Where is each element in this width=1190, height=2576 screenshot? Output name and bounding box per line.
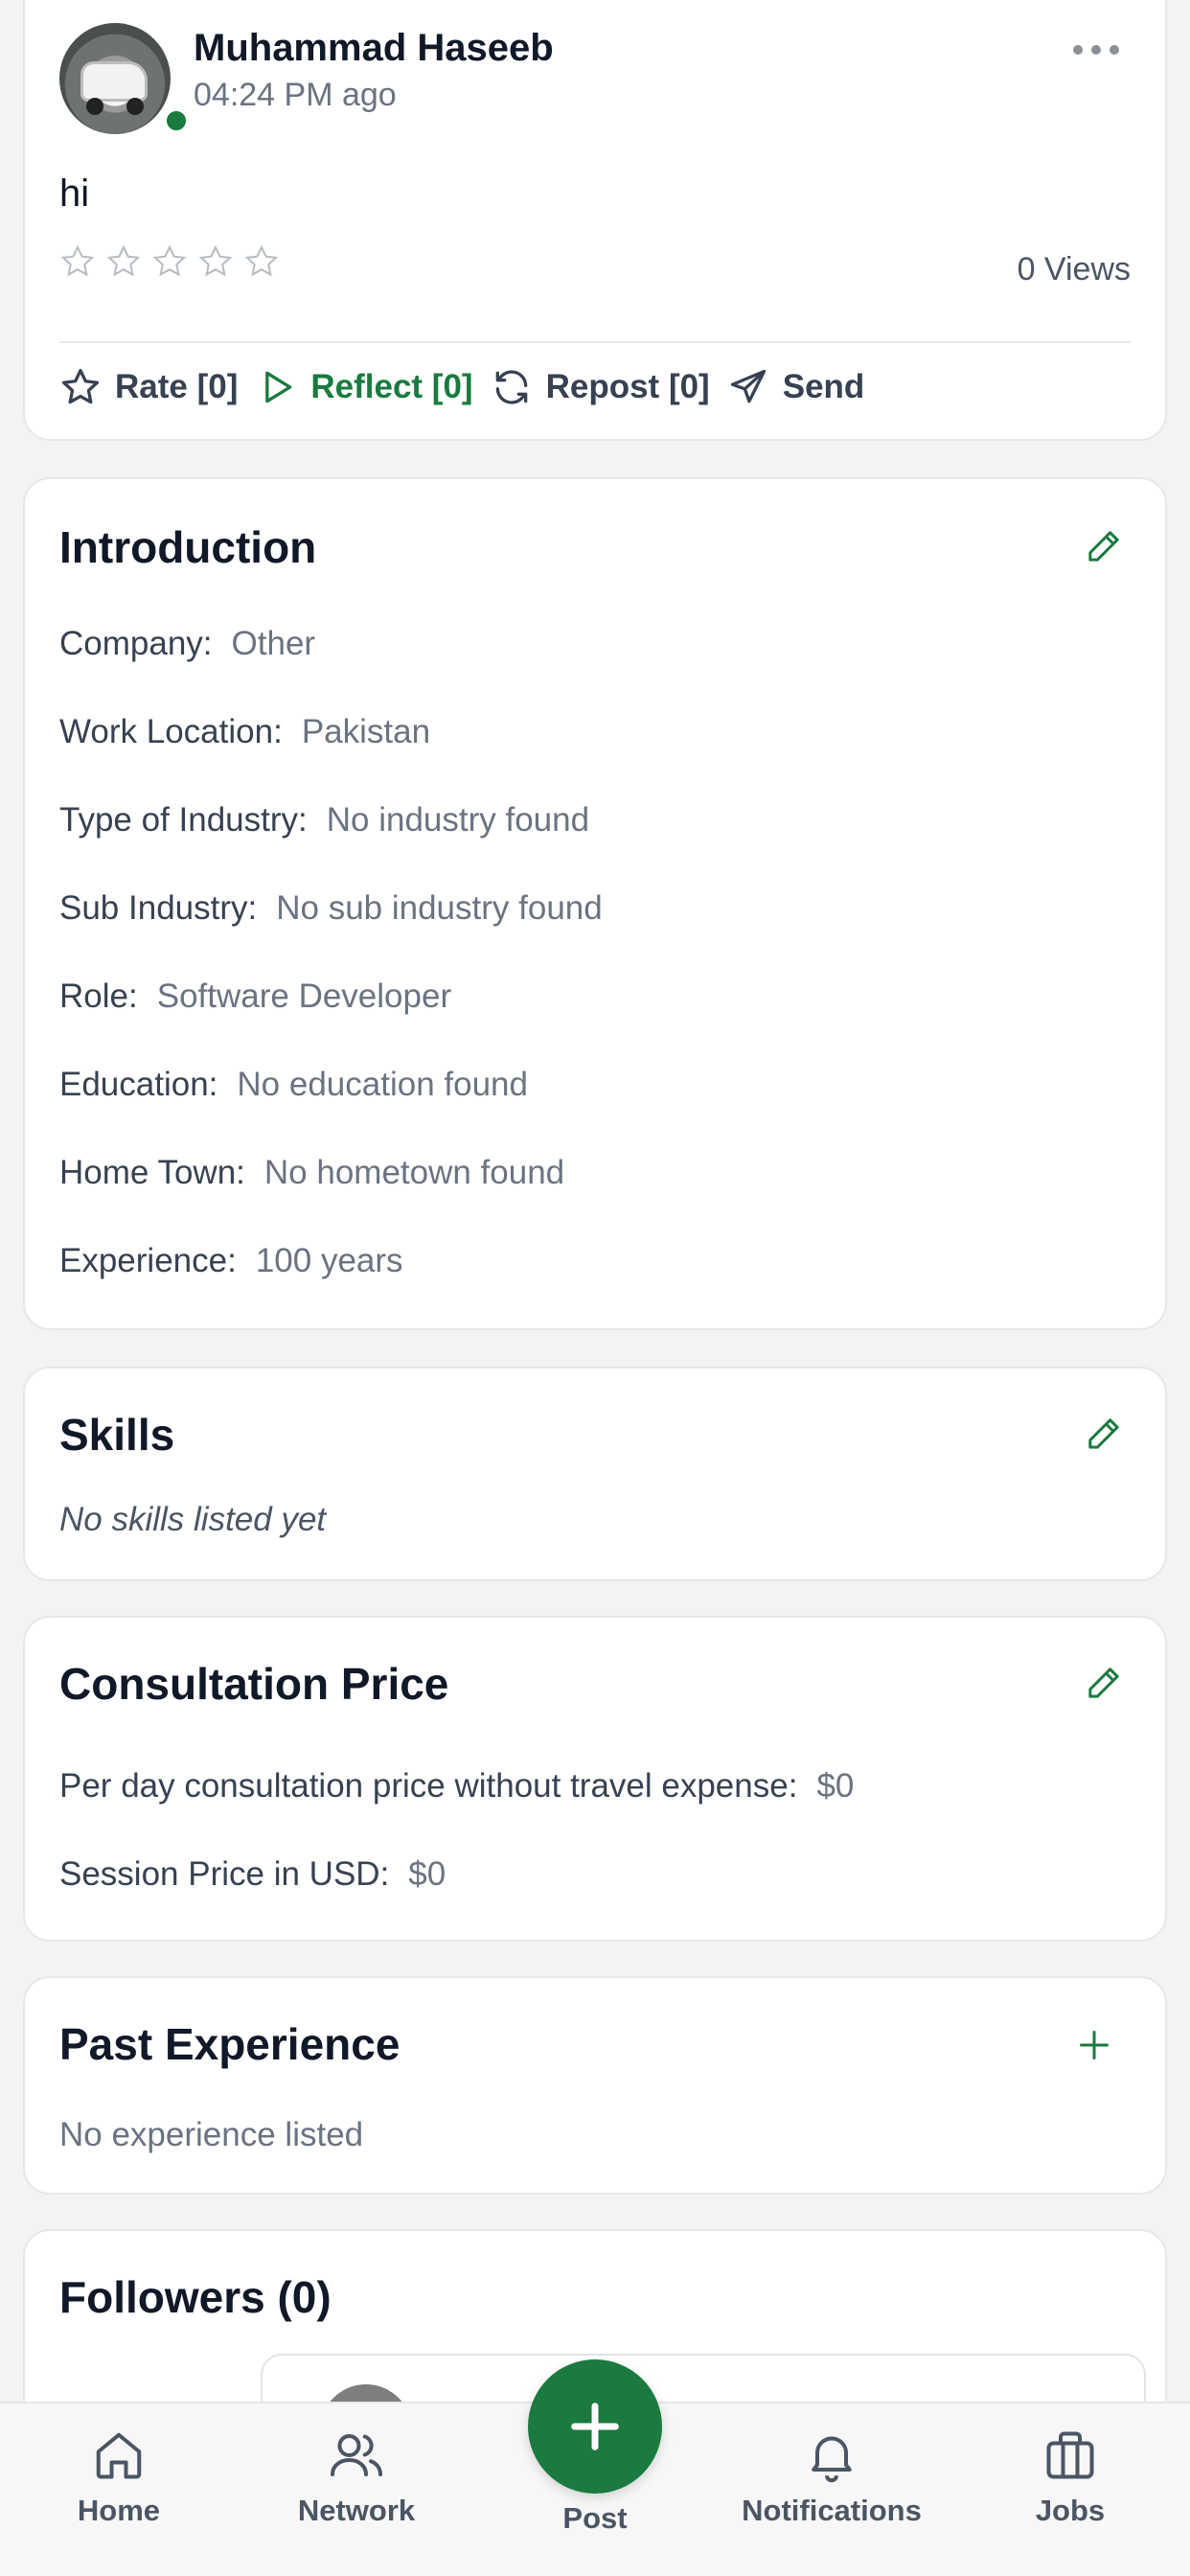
briefcase-icon (1046, 2431, 1094, 2479)
nav-notifications-label: Notifications (742, 2494, 922, 2527)
nav-jobs[interactable]: Jobs (965, 2426, 1176, 2528)
author-name[interactable]: Muhammad Haseeb (194, 27, 554, 70)
plus-icon (571, 2403, 619, 2450)
repost-icon (495, 370, 527, 404)
post-card: Muhammad Haseeb 04:24 PM ago hi 0 Views … (23, 0, 1167, 441)
repost-label: Repost [0] (545, 368, 710, 405)
more-options-icon[interactable] (1073, 40, 1119, 59)
star-icon[interactable] (151, 243, 188, 280)
consultation-row-session: Session Price in USD: $0 (59, 1855, 446, 1893)
introduction-card: Introduction Company: Other Work Location… (23, 477, 1167, 1330)
followers-title: Followers (0) (59, 2272, 332, 2322)
intro-row-industry: Type of Industry: No industry found (59, 801, 590, 839)
star-icon[interactable] (243, 243, 280, 280)
skills-card: Skills No skills listed yet (23, 1367, 1167, 1581)
nav-network-label: Network (297, 2494, 416, 2527)
star-icon[interactable] (105, 243, 142, 280)
users-icon (331, 2434, 382, 2476)
pencil-icon[interactable] (1085, 1664, 1123, 1702)
intro-row-sub-industry: Sub Industry: No sub industry found (59, 889, 603, 927)
star-icon[interactable] (197, 243, 234, 280)
send-label: Send (782, 368, 865, 405)
send-icon (730, 369, 766, 403)
intro-row-work-location: Work Location: Pakistan (59, 713, 431, 750)
skills-title: Skills (59, 1410, 175, 1460)
intro-row-company: Company: Other (59, 625, 316, 662)
pencil-icon[interactable] (1085, 527, 1123, 565)
bell-icon (812, 2436, 852, 2483)
rate-label: Rate [0] (115, 368, 239, 405)
views-count: 0 Views (1017, 251, 1131, 288)
author-avatar[interactable] (59, 23, 171, 134)
reflect-button[interactable]: Reflect [0] (255, 366, 473, 408)
consultation-title: Consultation Price (59, 1659, 449, 1709)
send-button[interactable]: Send (727, 366, 865, 408)
online-status-dot (163, 107, 190, 134)
introduction-title: Introduction (59, 522, 317, 572)
consultation-row-per-day: Per day consultation price without trave… (59, 1767, 855, 1805)
nav-home[interactable]: Home (13, 2426, 224, 2528)
post-text: hi (59, 172, 90, 215)
star-icon[interactable] (59, 243, 96, 280)
nav-network[interactable]: Network (251, 2426, 462, 2528)
divider (59, 341, 1131, 343)
rate-button[interactable]: Rate [0] (59, 366, 238, 408)
nav-post-label: Post (562, 2501, 628, 2535)
home-icon (96, 2432, 142, 2479)
intro-row-home-town: Home Town: No hometown found (59, 1154, 565, 1191)
intro-row-experience: Experience: 100 years (59, 1242, 403, 1279)
play-icon (265, 371, 292, 403)
create-post-button[interactable] (528, 2359, 662, 2494)
skills-empty-text: No skills listed yet (59, 1501, 327, 1538)
past-experience-empty-text: No experience listed (59, 2116, 364, 2153)
post-actions: Rate [0] Reflect [0] Repost [0] Send (59, 360, 881, 414)
add-icon[interactable] (1077, 2028, 1111, 2062)
past-experience-card: Past Experience No experience listed (23, 1976, 1167, 2195)
intro-row-education: Education: No education found (59, 1066, 528, 1103)
past-experience-title: Past Experience (59, 2019, 400, 2069)
intro-row-role: Role: Software Developer (59, 978, 452, 1015)
post-timestamp: 04:24 PM ago (194, 77, 397, 113)
consultation-price-card: Consultation Price Per day consultation … (23, 1616, 1167, 1942)
pencil-icon[interactable] (1085, 1414, 1123, 1453)
star-icon (61, 368, 100, 404)
nav-jobs-label: Jobs (1035, 2494, 1106, 2527)
nav-home-label: Home (77, 2494, 161, 2527)
reflect-label: Reflect [0] (310, 368, 473, 405)
repost-button[interactable]: Repost [0] (491, 366, 710, 408)
rating-stars[interactable] (59, 243, 280, 280)
nav-notifications[interactable]: Notifications (726, 2426, 937, 2528)
